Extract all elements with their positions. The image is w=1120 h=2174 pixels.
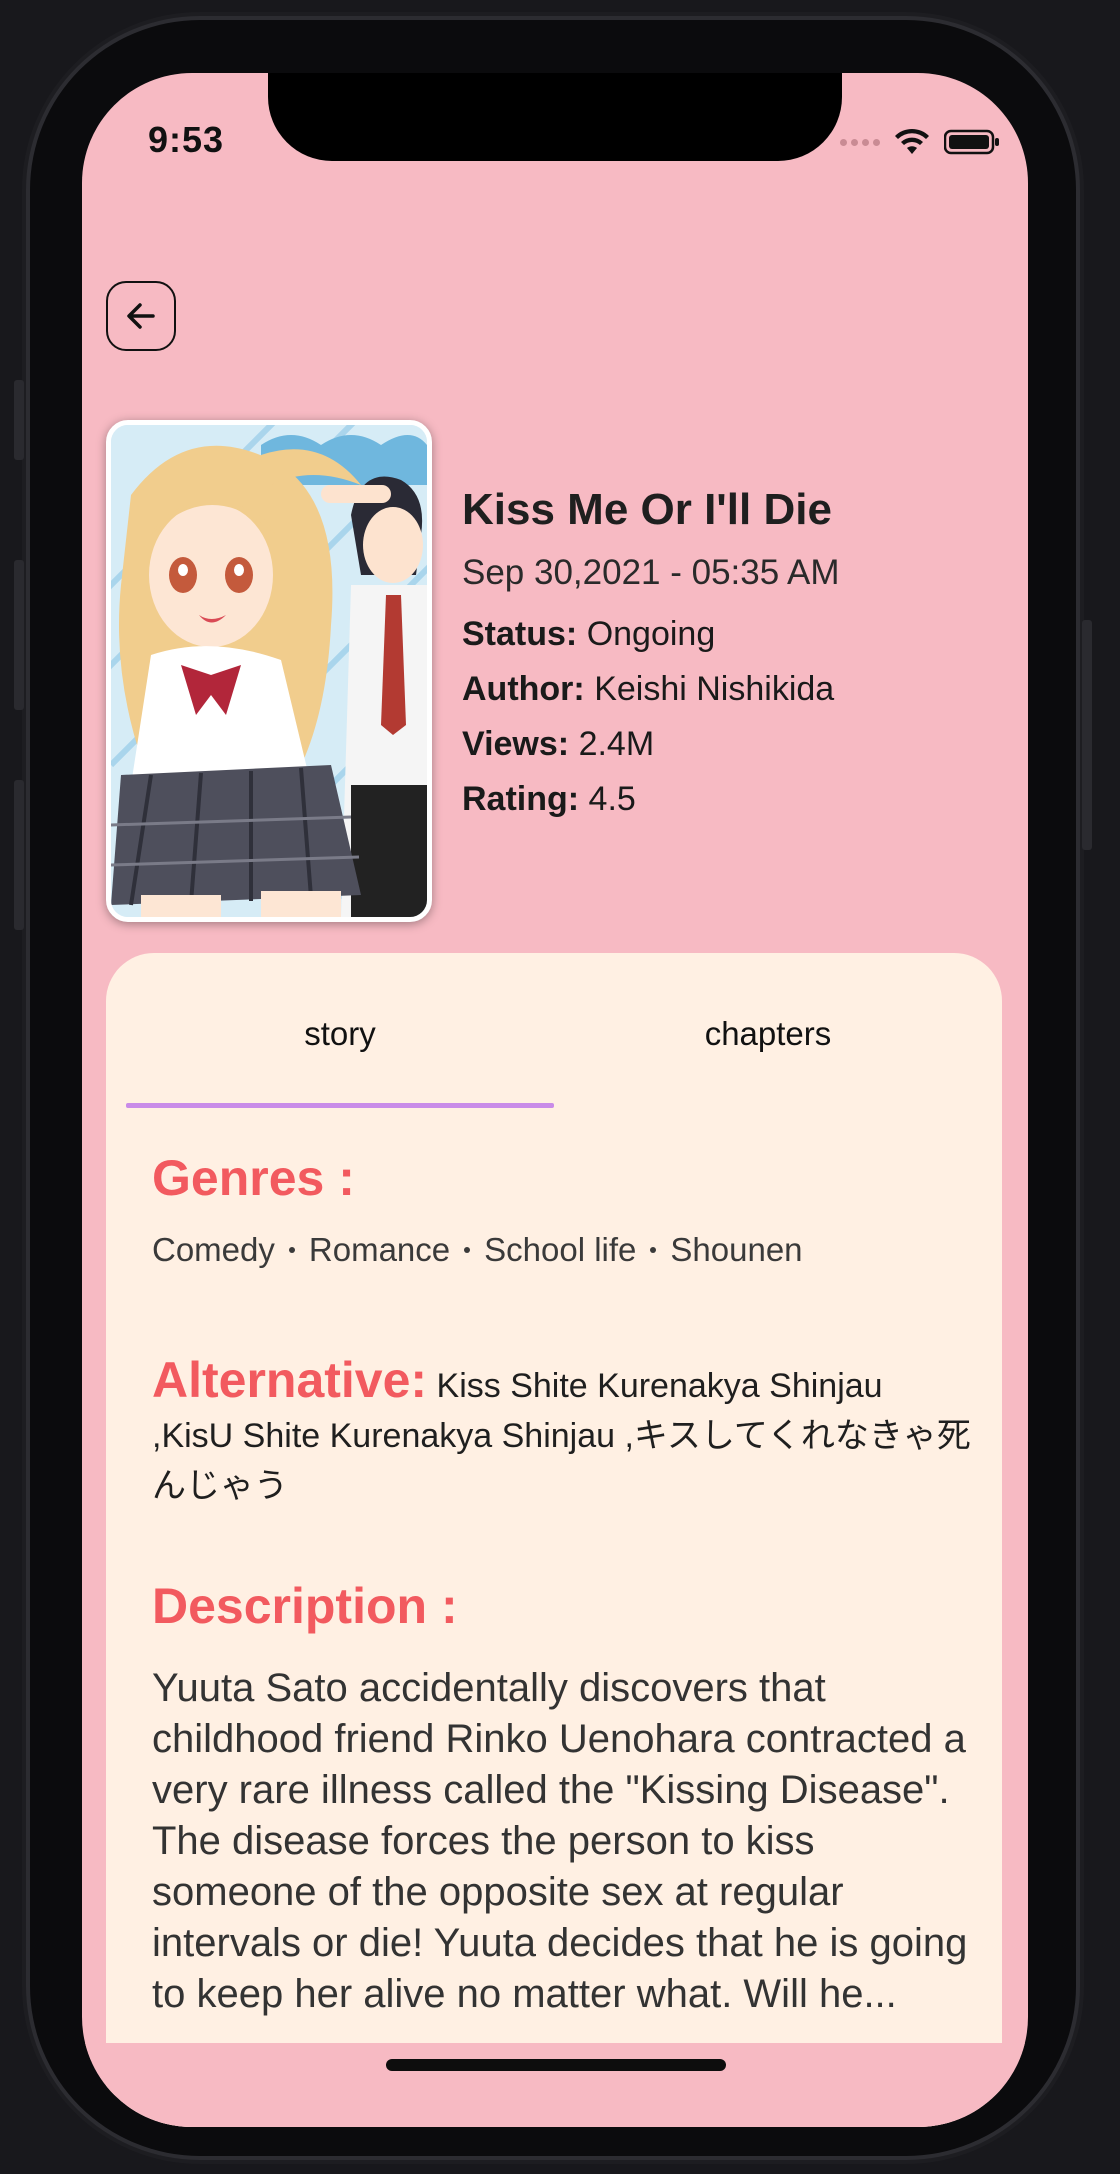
back-button[interactable] <box>106 281 176 351</box>
details-card: story chapters Genres : Comedy Romance S… <box>106 953 1002 2127</box>
status-time: 9:53 <box>148 119 225 160</box>
manga-info: Kiss Me Or I'll Die Sep 30,2021 - 05:35 … <box>462 485 1002 835</box>
app-screen: 9:53 Kiss Me Or I'll Die Sep 30,2021 - 0… <box>82 73 1028 2127</box>
views-row: Views: 2.4M <box>462 725 1002 764</box>
description-heading: Description : <box>152 1578 458 1634</box>
rating-row: Rating: 4.5 <box>462 780 1002 819</box>
views-value: 2.4M <box>578 725 655 763</box>
alternative-block: Alternative: Kiss Shite Kurenakya Shinja… <box>152 1355 972 1511</box>
rating-label: Rating: <box>462 780 580 818</box>
manga-date: Sep 30,2021 - 05:35 AM <box>462 553 840 592</box>
genre-item: School life <box>484 1231 637 1268</box>
wifi-icon <box>895 128 929 154</box>
tab-story[interactable]: story <box>126 1015 554 1053</box>
volume-down-button <box>14 780 24 930</box>
description-text: Yuuta Sato accidentally discovers that c… <box>152 1666 968 2016</box>
power-button <box>1082 620 1092 850</box>
mute-switch <box>14 380 24 460</box>
rating-value: 4.5 <box>588 780 636 818</box>
back-arrow-icon <box>127 303 155 329</box>
battery-icon <box>944 129 999 155</box>
status-label: Status: <box>462 615 578 653</box>
home-indicator[interactable] <box>386 2059 726 2071</box>
status-value: Ongoing <box>586 615 716 653</box>
separator-dot <box>650 1247 657 1253</box>
author-label: Author: <box>462 670 585 708</box>
manga-cover-image <box>106 420 432 922</box>
bottom-area <box>82 2043 1028 2127</box>
genre-item: Comedy <box>152 1231 275 1268</box>
genre-item: Shounen <box>670 1231 803 1268</box>
views-label: Views: <box>462 725 570 763</box>
cover-illustration <box>111 425 427 917</box>
notch <box>268 73 842 161</box>
tab-chapters[interactable]: chapters <box>554 1015 982 1053</box>
genres-heading: Genres : <box>152 1150 355 1206</box>
separator-dot <box>288 1247 295 1253</box>
manga-title: Kiss Me Or I'll Die <box>462 485 832 534</box>
status-row: Status: Ongoing <box>462 615 1002 654</box>
tab-indicator <box>126 1103 554 1108</box>
status-icons <box>840 127 1000 157</box>
volume-up-button <box>14 560 24 710</box>
signal-icon <box>840 138 880 146</box>
alternative-heading: Alternative: <box>152 1352 428 1408</box>
separator-dot <box>464 1247 471 1253</box>
genre-item: Romance <box>308 1231 451 1268</box>
author-row: Author: Keishi Nishikida <box>462 670 1002 709</box>
genres-list: Comedy Romance School life Shounen <box>152 1231 803 1269</box>
tab-bar: story chapters <box>126 953 982 1109</box>
author-value: Keishi Nishikida <box>594 670 835 708</box>
